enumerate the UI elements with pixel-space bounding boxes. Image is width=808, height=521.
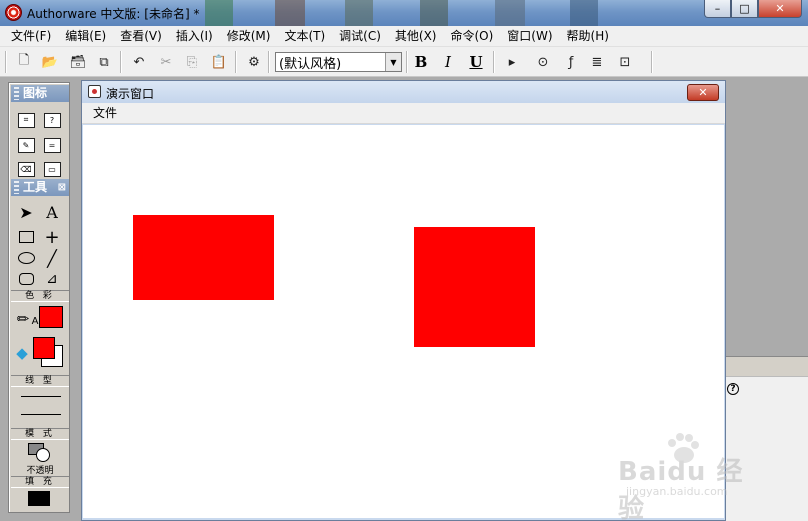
fill-foreground-swatch[interactable] — [33, 337, 55, 359]
menu-view[interactable]: 查看(V) — [113, 26, 169, 46]
copy-icon[interactable]: ⎘ — [182, 52, 202, 72]
stroke-color-swatch[interactable] — [39, 306, 63, 328]
cross-line-tool-icon[interactable]: + — [41, 227, 63, 248]
menu-file[interactable]: 文件(F) — [4, 26, 58, 46]
grip-icon — [14, 87, 19, 100]
authorware-logo-icon — [5, 4, 22, 21]
ellipse-tool-icon[interactable] — [15, 248, 37, 268]
grip-icon — [14, 181, 19, 194]
knowledge-objects-icon[interactable]: ⊡ — [615, 52, 635, 72]
window-title: Authorware 中文版: [未命名] * — [27, 7, 200, 21]
run-icon[interactable]: ▸ — [502, 52, 522, 72]
presentation-menu-file[interactable]: 文件 — [86, 103, 124, 123]
menu-modify[interactable]: 修改(M) — [220, 26, 278, 46]
menu-window[interactable]: 窗口(W) — [500, 26, 559, 46]
toolbar-separator — [5, 51, 7, 73]
toolbar-separator — [120, 51, 122, 73]
paint-bucket-icon: ◆ — [16, 344, 28, 362]
presentation-title-bar[interactable]: 演示窗口 ✕ — [82, 81, 725, 103]
toolbar: 🗋 📂 🗃 ⧉ ↶ ✂ ⎘ 📋 ⚙ ▸ ⊙ ƒ ≣ ⊡ — [0, 47, 808, 77]
menu-bar: 文件(F) 编辑(E) 查看(V) 插入(I) 修改(M) 文本(T) 调试(C… — [0, 26, 808, 47]
baidu-watermark: Baidu 经验 jingyan.baidu.com — [618, 431, 768, 521]
menu-debug[interactable]: 调试(C) — [332, 26, 388, 46]
cut-icon[interactable]: ✂ — [156, 52, 176, 72]
color-section-label: 色 彩 — [11, 290, 69, 302]
desktop-thumbnail — [420, 0, 448, 26]
decision-icon-tool[interactable]: ? — [41, 110, 63, 130]
desktop-thumbnail — [275, 0, 305, 26]
menu-help[interactable]: 帮助(H) — [560, 26, 616, 46]
menu-insert[interactable]: 插入(I) — [169, 26, 220, 46]
toolbox-palette: 图标 ⌗ ? ✎ = ⌫ ▭ 工具 ⊠ ➤ A + ╱ ⊿ 色 彩 ✏ A ◆ … — [8, 82, 70, 513]
close-icon[interactable]: ⊠ — [58, 179, 66, 196]
minimize-button[interactable]: – — [704, 0, 731, 18]
save-all-icon[interactable]: 🗃 — [68, 52, 88, 72]
menu-edit[interactable]: 编辑(E) — [58, 26, 113, 46]
menu-command[interactable]: 命令(O) — [443, 26, 500, 46]
new-file-icon[interactable]: 🗋 — [14, 52, 34, 72]
toolbar-separator — [651, 51, 653, 73]
toolbar-separator — [235, 51, 237, 73]
pointer-tool-icon[interactable]: ➤ — [15, 202, 37, 222]
polygon-tool-icon[interactable]: ⊿ — [41, 269, 63, 289]
line-style-section-label: 线 型 — [11, 375, 69, 387]
variables-icon[interactable]: ≣ — [587, 52, 607, 72]
desktop-thumbnail — [495, 0, 525, 26]
panel-strip — [726, 356, 808, 376]
watermark-url: jingyan.baidu.com — [626, 485, 728, 498]
rectangle-tool-icon[interactable] — [15, 227, 37, 247]
map-icon-tool[interactable]: = — [41, 135, 63, 155]
help-icon[interactable]: ? — [727, 383, 739, 395]
line-tool-icon[interactable]: ╱ — [41, 248, 63, 268]
paste-icon[interactable]: 📋 — [209, 52, 229, 72]
presentation-close-button[interactable]: ✕ — [687, 84, 719, 101]
find-icon[interactable]: ⚙ — [244, 52, 264, 72]
line-style-medium[interactable] — [21, 414, 61, 415]
rounded-rectangle-tool-icon[interactable] — [15, 269, 37, 289]
presentation-window-icon — [88, 85, 101, 98]
desktop-thumbnail — [570, 0, 598, 26]
italic-button[interactable]: I — [438, 52, 458, 72]
functions-icon[interactable]: ƒ — [561, 52, 581, 72]
close-button[interactable]: ✕ — [758, 0, 802, 18]
fill-pattern-swatch[interactable] — [28, 491, 50, 506]
opaque-mode-icon[interactable] — [25, 441, 55, 463]
toolbar-separator — [493, 51, 495, 73]
menu-text[interactable]: 文本(T) — [277, 26, 332, 46]
text-style-value: (默认风格) — [279, 56, 342, 72]
red-rectangle-small[interactable] — [133, 215, 274, 300]
tools-panel-header[interactable]: 工具 ⊠ — [11, 179, 69, 196]
display-icon-tool[interactable]: ⌗ — [15, 110, 37, 130]
erase-icon-tool[interactable]: ⌫ — [15, 159, 37, 179]
desktop-thumbnail — [205, 0, 233, 26]
menu-other[interactable]: 其他(X) — [388, 26, 444, 46]
video-icon-tool[interactable]: ▭ — [41, 159, 63, 179]
toolbar-separator — [268, 51, 270, 73]
open-folder-icon[interactable]: 📂 — [40, 52, 60, 72]
control-panel-icon[interactable]: ⊙ — [533, 52, 553, 72]
icons-panel-header[interactable]: 图标 — [11, 85, 69, 102]
desktop-thumbnail — [345, 0, 373, 26]
mode-section-label: 模 式 — [11, 428, 69, 440]
icons-panel-title: 图标 — [23, 86, 48, 100]
mode-value: 不透明 — [26, 466, 54, 476]
title-bar: Authorware 中文版: [未命名] * – □ ✕ — [0, 0, 808, 26]
red-rectangle-large[interactable] — [414, 227, 535, 347]
presentation-menu-bar: 文件 — [82, 103, 725, 124]
underline-button[interactable]: U — [466, 52, 486, 72]
fill-section-label: 填 充 — [11, 476, 69, 488]
toolbar-separator — [406, 51, 408, 73]
text-tool[interactable]: A — [41, 202, 63, 222]
import-icon[interactable]: ⧉ — [94, 52, 114, 72]
bold-button[interactable]: B — [411, 52, 431, 72]
calculation-icon-tool[interactable]: ✎ — [15, 135, 37, 155]
chevron-down-icon[interactable]: ▼ — [385, 53, 401, 71]
tools-panel-title: 工具 — [23, 180, 48, 194]
line-style-thin[interactable] — [21, 396, 61, 397]
maximize-button[interactable]: □ — [731, 0, 758, 18]
undo-icon[interactable]: ↶ — [129, 52, 149, 72]
presentation-title: 演示窗口 — [106, 87, 155, 101]
text-style-select[interactable]: (默认风格) ▼ — [275, 52, 402, 72]
